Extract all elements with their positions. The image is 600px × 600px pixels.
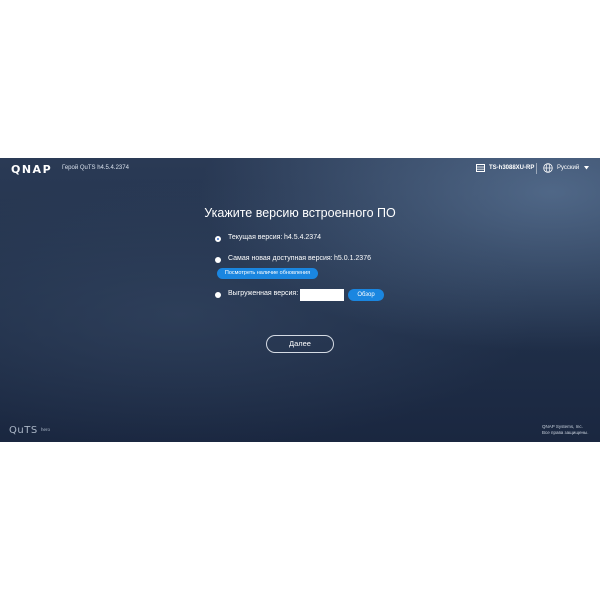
radio-uploaded-version[interactable] (215, 292, 221, 298)
current-version-value: h4.5.4.2374 (284, 234, 321, 241)
qnap-logo: QNAP (11, 163, 53, 176)
firmware-setup-screen: QNAP Герой QuTS h4.5.4.2374 TS-h3088XU-R… (0, 158, 600, 442)
language-selector[interactable]: Русский (557, 165, 579, 171)
topbar-divider (536, 163, 537, 174)
caret-down-icon[interactable] (584, 166, 589, 170)
check-updates-button[interactable]: Посмотреть наличие обновления (217, 268, 318, 279)
device-model-name: TS-h3088XU-RP (489, 165, 535, 171)
option-uploaded-version[interactable]: Выгруженная версия: (215, 290, 299, 300)
current-version-label: Текущая версия: (228, 234, 283, 241)
radio-current-version[interactable] (215, 236, 221, 242)
globe-icon[interactable] (543, 163, 553, 173)
next-button[interactable]: Далее (266, 335, 334, 353)
latest-version-value: h5.0.1.2376 (334, 255, 371, 262)
quts-logo: QuTS (9, 425, 38, 436)
top-bar: QNAP Герой QuTS h4.5.4.2374 TS-h3088XU-R… (0, 158, 600, 182)
rights-reserved: Все права защищены. (542, 430, 589, 435)
copyright-notice: QNAP Systems, Inc. Все права защищены. (542, 424, 588, 436)
option-current-version[interactable]: Текущая версия: h4.5.4.2374 (215, 234, 375, 244)
quts-logo-suffix: hero (41, 427, 51, 432)
option-latest-version[interactable]: Самая новая доступная версия: h5.0.1.237… (215, 255, 385, 265)
latest-version-label: Самая новая доступная версия: (228, 255, 333, 262)
app-title: Герой QuTS h4.5.4.2374 (62, 165, 129, 171)
uploaded-version-label: Выгруженная версия: (228, 290, 299, 297)
firmware-file-input[interactable] (300, 289, 344, 301)
browse-button[interactable]: Обзор (348, 289, 384, 301)
device-icon (476, 164, 485, 172)
page-title: Укажите версию встроенного ПО (204, 206, 396, 220)
radio-latest-version[interactable] (215, 257, 221, 263)
